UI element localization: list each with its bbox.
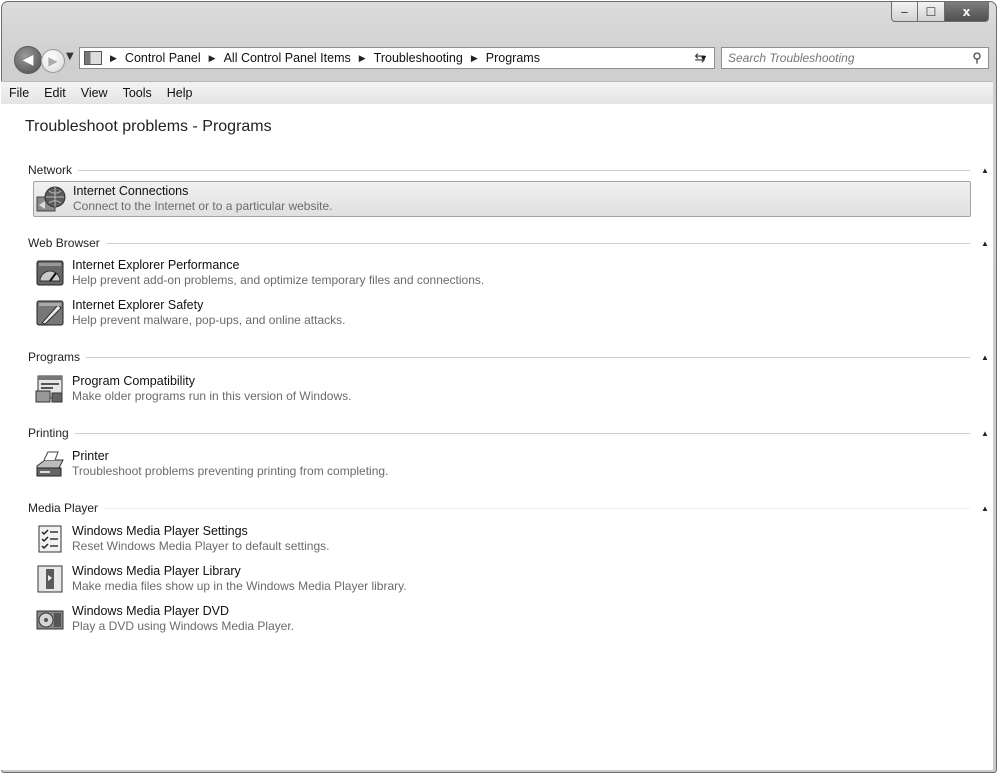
group-divider bbox=[105, 242, 970, 244]
group-label: Printing bbox=[28, 426, 69, 440]
back-button[interactable]: ◀ bbox=[14, 46, 42, 74]
minimize-button[interactable]: ‒ bbox=[891, 2, 918, 22]
breadcrumb-control-panel[interactable]: Control Panel ▶ bbox=[125, 51, 224, 65]
program-compat-icon bbox=[35, 375, 63, 403]
item-title: Printer bbox=[72, 449, 109, 463]
back-arrow-icon: ◀ bbox=[22, 52, 34, 68]
breadcrumb-troubleshooting[interactable]: Troubleshooting ▶ bbox=[374, 51, 486, 65]
group-divider bbox=[78, 169, 970, 171]
menu-file[interactable]: File bbox=[1, 86, 36, 100]
item-title: Windows Media Player Settings bbox=[72, 524, 248, 538]
page-title: Troubleshoot problems - Programs bbox=[25, 118, 272, 135]
group-label: Web Browser bbox=[28, 236, 100, 250]
item-description: Troubleshoot problems preventing printin… bbox=[72, 464, 389, 478]
breadcrumb-label: Programs bbox=[485, 51, 540, 65]
troubleshooter-internet-connections[interactable]: Internet Connections Connect to the Inter… bbox=[33, 181, 971, 217]
item-title: Internet Connections bbox=[73, 184, 189, 198]
item-title: Windows Media Player Library bbox=[72, 564, 241, 578]
troubleshooter-ie-safety[interactable]: Internet Explorer Safety Help prevent mal… bbox=[33, 296, 971, 332]
wmp-library-icon bbox=[37, 565, 63, 593]
menu-bar: File Edit View Tools Help bbox=[1, 81, 993, 105]
recent-pages-dropdown[interactable]: ▼ bbox=[66, 51, 74, 62]
group-header-printing[interactable]: Printing ▲ bbox=[28, 425, 990, 441]
troubleshooter-program-compatibility[interactable]: Program Compatibility Make older programs… bbox=[33, 372, 971, 408]
group-header-media-player[interactable]: Media Player ▲ bbox=[28, 500, 990, 516]
troubleshooter-wmp-dvd[interactable]: Windows Media Player DVD Play a DVD using… bbox=[33, 602, 971, 638]
group-label: Media Player bbox=[28, 501, 99, 515]
menu-edit[interactable]: Edit bbox=[36, 86, 73, 100]
item-description: Connect to the Internet or to a particul… bbox=[73, 199, 333, 213]
printer-icon bbox=[36, 451, 64, 477]
group-divider bbox=[86, 356, 970, 358]
group-divider bbox=[74, 432, 970, 434]
caption-buttons: ‒ ☐ x bbox=[891, 2, 989, 22]
ie-performance-icon bbox=[36, 260, 64, 286]
item-title: Program Compatibility bbox=[72, 374, 195, 388]
breadcrumb-label: Troubleshooting bbox=[373, 51, 463, 65]
maximize-button[interactable]: ☐ bbox=[918, 2, 945, 22]
collapse-icon[interactable]: ▲ bbox=[980, 166, 990, 175]
refresh-icon: ⇆ bbox=[694, 50, 706, 66]
wmp-dvd-icon bbox=[36, 610, 64, 630]
network-globe-icon bbox=[36, 186, 66, 212]
troubleshooter-ie-performance[interactable]: Internet Explorer Performance Help preven… bbox=[33, 256, 971, 292]
breadcrumb-label: Control Panel bbox=[124, 51, 201, 65]
group-header-network[interactable]: Network ▲ bbox=[28, 162, 990, 178]
item-description: Make media files show up in the Windows … bbox=[72, 579, 407, 593]
item-description: Help prevent malware, pop-ups, and onlin… bbox=[72, 313, 346, 327]
item-description: Make older programs run in this version … bbox=[72, 389, 352, 403]
breadcrumb-root-arrow[interactable]: ▶ bbox=[108, 53, 125, 64]
collapse-icon[interactable]: ▲ bbox=[980, 429, 990, 438]
search-box[interactable]: ⚲ bbox=[721, 47, 989, 69]
close-button[interactable]: x bbox=[945, 2, 989, 22]
item-description: Reset Windows Media Player to default se… bbox=[72, 539, 330, 553]
forward-button[interactable]: ▶ bbox=[41, 49, 65, 73]
breadcrumb-label: All Control Panel Items bbox=[223, 51, 351, 65]
item-title: Internet Explorer Performance bbox=[72, 258, 240, 272]
collapse-icon[interactable]: ▲ bbox=[980, 239, 990, 248]
item-description: Help prevent add-on problems, and optimi… bbox=[72, 273, 485, 287]
troubleshooter-wmp-library[interactable]: Windows Media Player Library Make media f… bbox=[33, 562, 971, 598]
refresh-button[interactable]: ⇆ bbox=[690, 47, 710, 69]
item-title: Windows Media Player DVD bbox=[72, 604, 229, 618]
menu-help[interactable]: Help bbox=[159, 86, 200, 100]
search-input[interactable] bbox=[728, 51, 970, 65]
search-icon[interactable]: ⚲ bbox=[970, 50, 984, 66]
forward-arrow-icon: ▶ bbox=[48, 54, 58, 68]
menu-view[interactable]: View bbox=[73, 86, 115, 100]
wmp-settings-icon bbox=[38, 525, 62, 553]
troubleshooter-printer[interactable]: Printer Troubleshoot problems preventing … bbox=[33, 447, 971, 483]
menu-tools[interactable]: Tools bbox=[115, 86, 159, 100]
collapse-icon[interactable]: ▲ bbox=[980, 353, 990, 362]
group-label: Programs bbox=[28, 350, 81, 364]
group-label: Network bbox=[28, 163, 73, 177]
breadcrumb-programs[interactable]: Programs bbox=[486, 51, 540, 65]
group-divider bbox=[104, 507, 970, 509]
item-description: Play a DVD using Windows Media Player. bbox=[72, 619, 295, 633]
breadcrumb-all-items[interactable]: All Control Panel Items ▶ bbox=[224, 51, 374, 65]
group-header-programs[interactable]: Programs ▲ bbox=[28, 349, 990, 365]
troubleshooter-wmp-settings[interactable]: Windows Media Player Settings Reset Windo… bbox=[33, 522, 971, 558]
ie-safety-icon bbox=[36, 300, 64, 326]
collapse-icon[interactable]: ▲ bbox=[980, 504, 990, 513]
group-header-web-browser[interactable]: Web Browser ▲ bbox=[28, 235, 990, 251]
item-title: Internet Explorer Safety bbox=[72, 298, 204, 312]
control-panel-icon bbox=[84, 51, 102, 65]
address-bar[interactable]: ▶ Control Panel ▶ All Control Panel Items… bbox=[79, 47, 715, 69]
